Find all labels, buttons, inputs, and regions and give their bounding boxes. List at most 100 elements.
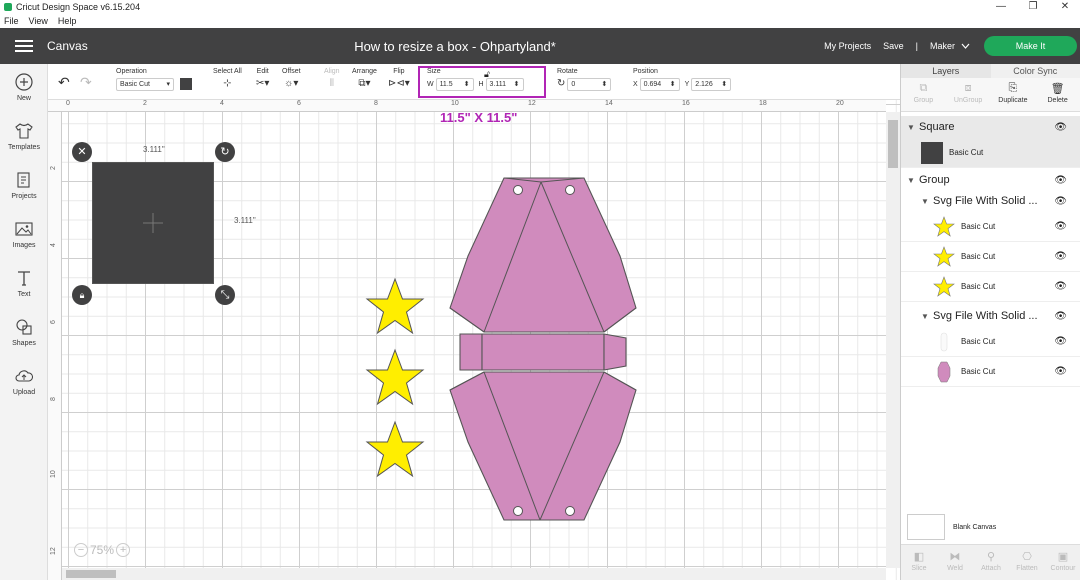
layer-item[interactable]: Basic Cut 👁︎ [901,212,1080,242]
scissors-icon: ✂▾ [256,78,270,89]
layer-square-item[interactable]: Basic Cut [901,138,1080,168]
ruler-tick-label: 2 [50,166,57,170]
flip-group[interactable]: Flip ⊳⊲▾ [388,68,410,89]
operation-select[interactable]: Basic Cut ▾ [116,78,174,91]
sidebar-item-templates[interactable]: Templates [0,121,48,151]
eye-icon[interactable]: 👁︎ [1054,122,1067,133]
canvas-scrollbar-horizontal[interactable] [62,568,886,580]
flatten-label: Flatten [1016,565,1038,572]
layer-item[interactable]: Basic Cut 👁︎ [901,242,1080,272]
layer-group-header[interactable]: ▼ Group 👁︎ [901,169,1080,191]
sidebar-item-shapes[interactable]: Shapes [0,317,48,347]
square-height-label: 3.111" [234,216,256,225]
box-thumbnail-icon [937,361,951,382]
slice-button[interactable]: ◧ Slice [901,545,937,580]
ruler-tick-label: 8 [50,397,57,401]
zoom-out-button[interactable]: − [74,543,88,557]
sidebar-item-text[interactable]: Text [0,268,48,298]
arrange-group[interactable]: Arrange ⧉▾ [352,68,377,89]
plus-circle-icon [15,73,33,91]
ungroup-button[interactable]: ⧈ UnGroup [946,78,991,111]
x-input[interactable]: 0.694 ⬍ [639,78,680,91]
star-shape[interactable] [364,277,426,337]
blank-canvas-swatch[interactable] [907,514,945,540]
eye-icon[interactable]: 👁︎ [1054,221,1067,232]
make-it-button[interactable]: Make It [984,36,1077,56]
zoom-in-button[interactable]: + [116,543,131,557]
offset-group[interactable]: Offset ☼▾ [282,68,301,89]
select-all-group[interactable]: Select All ⊹ [213,68,242,89]
layers-tabs: Layers Color Sync [901,64,1080,78]
tab-color-sync[interactable]: Color Sync [990,64,1080,78]
menu-view[interactable]: View [29,16,48,26]
eye-icon[interactable]: 👁︎ [1054,196,1067,207]
sidebar-item-label: Upload [12,389,36,396]
upload-cloud-icon [15,370,34,382]
stepper-icon: ⬍ [721,81,728,88]
scrollbar-thumb[interactable] [66,570,116,578]
lock-handle-icon[interactable]: 🔒︎ [72,285,92,305]
blank-canvas-row[interactable]: Blank Canvas [907,514,996,540]
undo-icon[interactable]: ↶ [58,74,70,91]
layer-svg1-header[interactable]: ▼ Svg File With Solid ... 👁︎ [901,190,1080,212]
sidebar-item-projects[interactable]: Projects [0,170,48,200]
eye-icon[interactable]: 👁︎ [1054,311,1067,322]
scrollbar-thumb[interactable] [888,120,898,168]
weld-button[interactable]: ⧓ Weld [937,545,973,580]
star-shape[interactable] [364,420,426,480]
sidebar-item-images[interactable]: Images [0,219,48,249]
flatten-icon: ⎔ [1022,551,1032,563]
header-actions: My Projects Save | Maker Make It [824,28,1080,64]
canvas-scrollbar-vertical[interactable] [886,112,900,568]
flatten-button[interactable]: ⎔ Flatten [1009,545,1045,580]
os-titlebar: Cricut Design Space v6.15.204 — ❐ ✕ [0,0,1080,14]
eye-icon[interactable]: 👁︎ [1054,175,1067,186]
layer-svg2-header[interactable]: ▼ Svg File With Solid ... 👁︎ [901,305,1080,327]
resize-handle-icon[interactable]: ⤡ [215,285,235,305]
delete-button[interactable]: 🗑︎ Delete [1035,78,1080,111]
caret-down-icon[interactable]: ▼ [917,312,933,321]
tab-layers[interactable]: Layers [901,64,991,78]
save-button[interactable]: Save [883,41,904,51]
redo-icon[interactable]: ↷ [80,74,92,91]
layer-name: Square [919,121,955,133]
caret-down-icon[interactable]: ▼ [917,197,933,206]
layer-item[interactable]: Basic Cut 👁︎ [901,272,1080,302]
layer-actions: ⧉ Group ⧈ UnGroup ⎘ Duplicate 🗑︎ Delete [901,78,1080,112]
caret-down-icon[interactable]: ▼ [903,176,919,185]
star-thumbnail-icon [933,275,955,297]
maximize-icon[interactable]: ❐ [1018,0,1048,14]
box-template-shape[interactable] [448,176,640,522]
contour-button[interactable]: ▣ Contour [1045,545,1080,580]
duplicate-button[interactable]: ⎘ Duplicate [991,78,1036,111]
operation-color-swatch[interactable] [179,78,192,91]
eye-icon[interactable]: 👁︎ [1054,366,1067,377]
delete-handle-icon[interactable]: ✕ [72,142,92,162]
attach-button[interactable]: ⚲ Attach [973,545,1009,580]
ruler-tick-label: 6 [50,320,57,324]
menu-help[interactable]: Help [58,16,77,26]
sidebar-item-upload[interactable]: Upload [0,366,48,396]
eye-icon[interactable]: 👁︎ [1054,251,1067,262]
close-window-icon[interactable]: ✕ [1050,0,1080,14]
minimize-icon[interactable]: — [986,0,1016,14]
rotate-handle-icon[interactable]: ↻ [215,142,235,162]
edit-group[interactable]: Edit ✂▾ [256,68,269,89]
my-projects-link[interactable]: My Projects [824,41,871,51]
layer-item[interactable]: Basic Cut 👁︎ [901,357,1080,387]
layer-item[interactable]: Basic Cut 👁︎ [901,327,1080,357]
square-shape[interactable] [92,162,214,284]
machine-select[interactable]: Maker [930,41,970,51]
eye-icon[interactable]: 👁︎ [1054,336,1067,347]
star-shape[interactable] [364,348,426,408]
group-button[interactable]: ⧉ Group [901,78,946,111]
eye-icon[interactable]: 👁︎ [1054,281,1067,292]
caret-down-icon[interactable]: ▼ [903,123,919,132]
layer-square-header[interactable]: ▼ Square 👁︎ [901,116,1080,138]
y-input[interactable]: 2.126 ⬍ [691,78,732,91]
sidebar-item-new[interactable]: New [0,72,48,102]
rotate-input[interactable]: 0 ⬍ [567,78,612,91]
menu-file[interactable]: File [4,16,19,26]
layer-bottom-actions: ◧ Slice ⧓ Weld ⚲ Attach ⎔ Flatten ▣ Contour [901,544,1080,580]
align-group[interactable]: Align ⫴ [324,68,340,89]
